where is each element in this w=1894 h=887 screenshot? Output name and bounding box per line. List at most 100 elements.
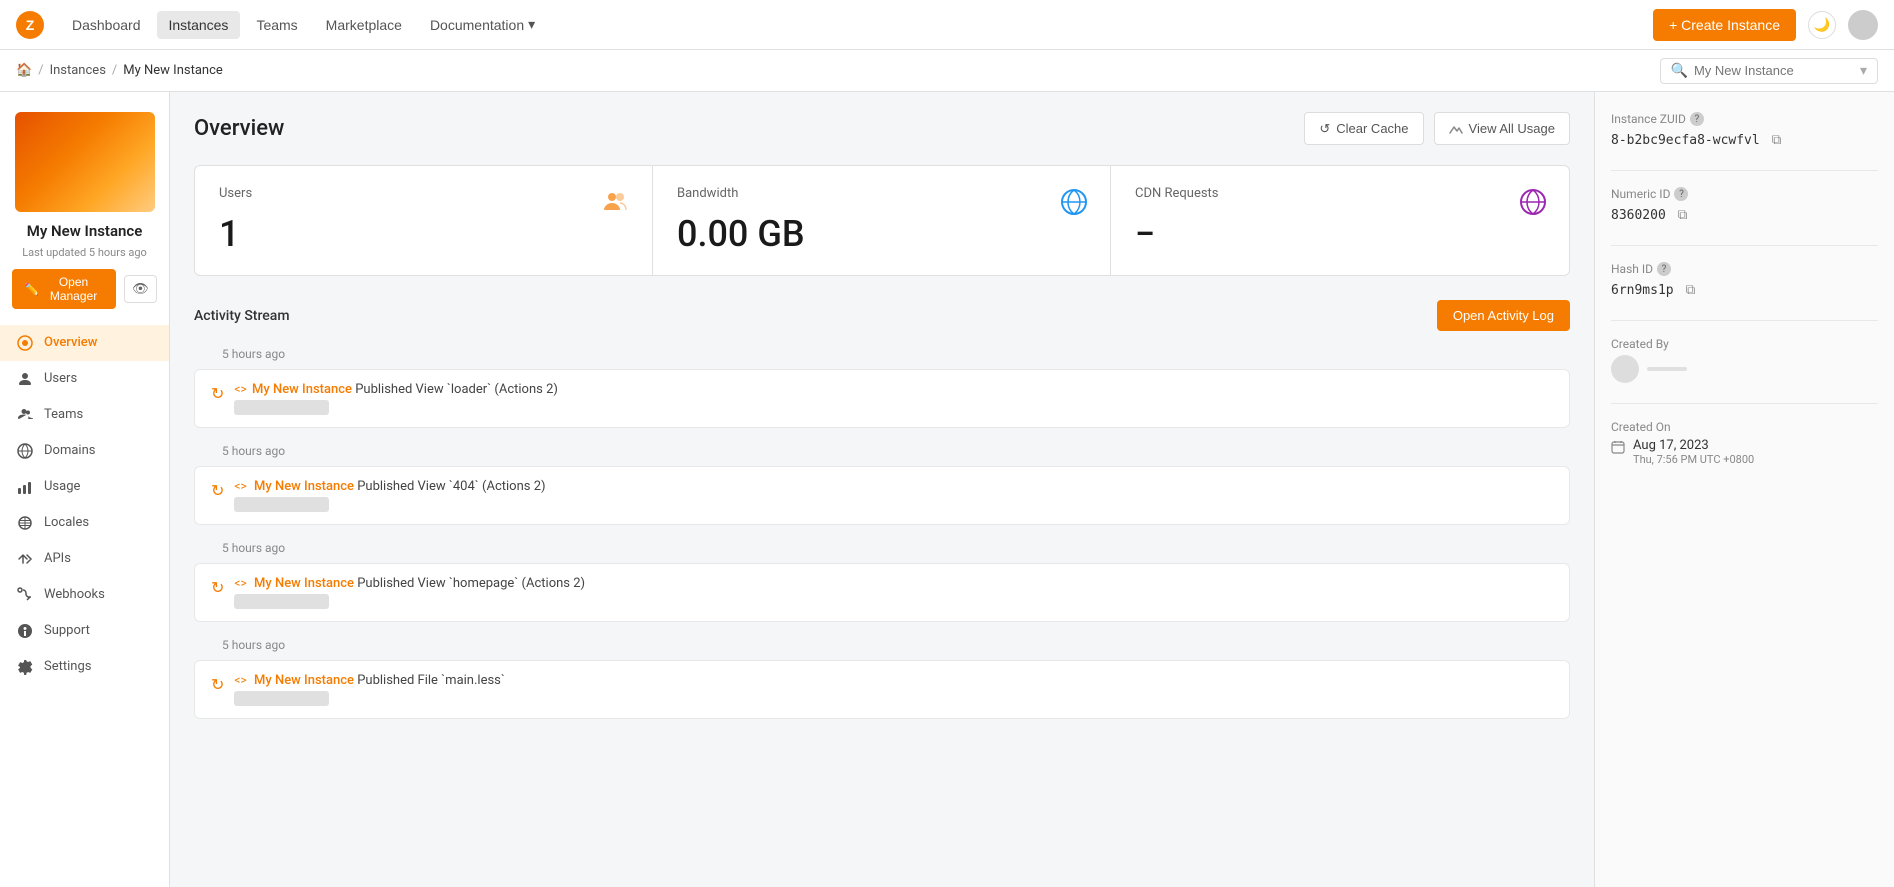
tooltip-icon-hash[interactable]: ? (1657, 262, 1671, 276)
clear-cache-button[interactable]: ↺ Clear Cache (1304, 112, 1423, 145)
tooltip-icon-zuid[interactable]: ? (1690, 112, 1704, 126)
nav-dashboard[interactable]: Dashboard (60, 11, 153, 39)
activity-item-1: ↻ <> My New Instance Published View `loa… (194, 369, 1570, 428)
nav-teams[interactable]: Teams (244, 11, 309, 39)
instance-updated-label: Last updated 5 hours ago (12, 246, 157, 259)
copy-zuid-button[interactable]: ⧉ (1768, 130, 1786, 150)
sidebar-item-label: Webhooks (44, 587, 105, 602)
created-on-row: Aug 17, 2023 Thu, 7:56 PM UTC +0800 (1611, 438, 1878, 466)
hash-id-field: Hash ID ? 6rn9ms1p ⧉ (1611, 262, 1878, 300)
open-manager-button[interactable]: ✏️ Open Manager (12, 269, 116, 309)
activity-stream-title: Activity Stream (194, 308, 290, 324)
sidebar-item-webhooks[interactable]: Webhooks (0, 577, 169, 613)
locales-icon (16, 514, 34, 532)
sidebar-item-locales[interactable]: Locales (0, 505, 169, 541)
activity-text-1: <> My New Instance Published View `loade… (234, 382, 558, 397)
sidebar-item-overview[interactable]: Overview (0, 325, 169, 361)
activity-group-4: 5 hours ago ↻ <> My New Instance Publish… (194, 638, 1570, 719)
create-instance-button[interactable]: + Create Instance (1653, 9, 1796, 41)
right-panel: Instance ZUID ? 8-b2bc9ecfa8-wcwfvl ⧉ Nu… (1594, 92, 1894, 887)
stat-label-users: Users (219, 186, 628, 201)
creator-name (1647, 367, 1687, 371)
activity-sub-3: user@email.com (234, 594, 329, 609)
instance-zuid-field: Instance ZUID ? 8-b2bc9ecfa8-wcwfvl ⧉ (1611, 112, 1878, 150)
instance-zuid-label: Instance ZUID ? (1611, 112, 1878, 126)
search-dropdown-icon[interactable]: ▾ (1860, 63, 1867, 79)
activity-item-3: ↻ <> My New Instance Published View `hom… (194, 563, 1570, 622)
stats-grid: Users 1 Bandwidth 0.00 GB (194, 165, 1570, 276)
breadcrumb-instances[interactable]: Instances (50, 63, 106, 78)
sidebar-item-users[interactable]: Users (0, 361, 169, 397)
activity-group-1: 5 hours ago ↻ <> My New Instance Publish… (194, 347, 1570, 428)
copy-hash-id-button[interactable]: ⧉ (1682, 280, 1700, 300)
activity-time-2: 5 hours ago (194, 444, 1570, 458)
divider-4 (1611, 403, 1878, 404)
breadcrumb-current: My New Instance (123, 63, 223, 78)
home-icon[interactable]: 🏠 (16, 63, 32, 78)
sidebar-item-settings[interactable]: Settings (0, 649, 169, 685)
usage-chart-icon (1449, 120, 1463, 137)
activity-group-2: 5 hours ago ↻ <> My New Instance Publish… (194, 444, 1570, 525)
activity-instance-link-2[interactable]: My New Instance (254, 479, 354, 494)
sidebar-item-teams[interactable]: Teams (0, 397, 169, 433)
stat-label-bandwidth: Bandwidth (677, 186, 1086, 201)
sidebar-item-label: Teams (44, 407, 83, 422)
sidebar-item-apis[interactable]: APIs (0, 541, 169, 577)
copy-numeric-id-button[interactable]: ⧉ (1674, 205, 1692, 225)
activity-instance-link-4[interactable]: My New Instance (254, 673, 354, 688)
hash-id-value: 6rn9ms1p (1611, 283, 1674, 298)
breadcrumb-separator-2: / (112, 63, 117, 78)
sidebar-item-usage[interactable]: Usage (0, 469, 169, 505)
thumbnail-art (15, 112, 155, 212)
stat-card-users: Users 1 (195, 166, 653, 275)
sidebar: My New Instance Last updated 5 hours ago… (0, 92, 170, 887)
created-date-block: Aug 17, 2023 Thu, 7:56 PM UTC +0800 (1633, 438, 1754, 466)
usage-icon (16, 478, 34, 496)
code-icon-2: <> (234, 479, 246, 493)
created-on-field: Created On Aug 17, 2023 Thu, 7:56 PM UTC… (1611, 420, 1878, 466)
instance-quick-actions: ✏️ Open Manager 👁 (12, 269, 157, 309)
nav-documentation[interactable]: Documentation ▾ (418, 10, 547, 39)
chevron-down-icon: ▾ (528, 16, 535, 33)
teams-icon (16, 406, 34, 424)
app-logo[interactable]: Z (16, 11, 44, 39)
created-by-row (1611, 355, 1878, 383)
main-layout: My New Instance Last updated 5 hours ago… (0, 92, 1894, 887)
created-date-sub: Thu, 7:56 PM UTC +0800 (1633, 453, 1754, 466)
edit-icon: ✏️ (24, 282, 39, 296)
created-on-label: Created On (1611, 420, 1878, 434)
sidebar-item-support[interactable]: Support (0, 613, 169, 649)
numeric-id-value: 8360200 (1611, 208, 1666, 223)
eye-icon: 👁 (132, 281, 149, 296)
nav-links: Dashboard Instances Teams Marketplace Do… (60, 10, 1653, 39)
moon-icon: 🌙 (1814, 17, 1831, 33)
overview-header: Overview ↺ Clear Cache View All Usage (194, 112, 1570, 145)
preview-button[interactable]: 👁 (124, 275, 157, 303)
sidebar-item-label: Locales (44, 515, 89, 530)
instance-name-label: My New Instance (12, 222, 157, 242)
activity-instance-link-3[interactable]: My New Instance (254, 576, 354, 591)
nav-marketplace[interactable]: Marketplace (314, 11, 414, 39)
activity-time-4: 5 hours ago (194, 638, 1570, 652)
open-activity-log-button[interactable]: Open Activity Log (1437, 300, 1570, 331)
user-avatar[interactable] (1848, 10, 1878, 40)
activity-section: Activity Stream Open Activity Log 5 hour… (194, 300, 1570, 719)
main-content: Overview ↺ Clear Cache View All Usage (170, 92, 1594, 887)
nav-instances[interactable]: Instances (157, 11, 241, 39)
sidebar-item-domains[interactable]: Domains (0, 433, 169, 469)
users-stat-icon (600, 186, 632, 218)
search-input[interactable] (1694, 63, 1854, 78)
instance-search: 🔍 ▾ (1660, 58, 1878, 84)
divider-3 (1611, 320, 1878, 321)
sidebar-item-label: Users (44, 371, 77, 386)
code-icon-4: <> (234, 673, 246, 687)
breadcrumb-bar: 🏠 / Instances / My New Instance 🔍 ▾ (0, 50, 1894, 92)
breadcrumb-separator: / (38, 63, 43, 78)
activity-instance-link-1[interactable]: My New Instance (252, 382, 352, 397)
theme-toggle-button[interactable]: 🌙 (1808, 11, 1836, 39)
activity-sub-4: user@email.com (234, 691, 329, 706)
view-all-usage-button[interactable]: View All Usage (1434, 112, 1570, 145)
sidebar-item-label: Settings (44, 659, 91, 674)
tooltip-icon-numeric[interactable]: ? (1674, 187, 1688, 201)
instance-zuid-value: 8-b2bc9ecfa8-wcwfvl (1611, 133, 1760, 148)
